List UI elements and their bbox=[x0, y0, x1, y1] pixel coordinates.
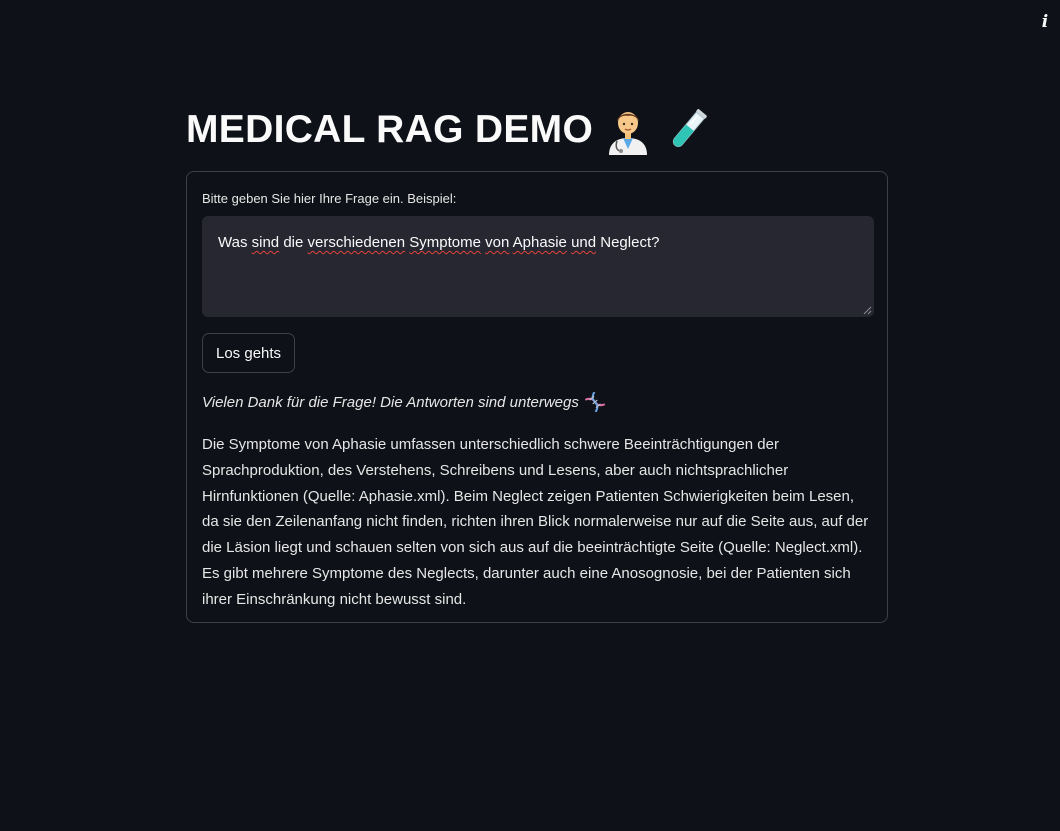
question-text-part: Symptome bbox=[409, 234, 481, 251]
info-icon[interactable]: i bbox=[1038, 12, 1052, 32]
question-text-part: verschiedenen bbox=[307, 234, 406, 251]
question-text-part: Was bbox=[218, 234, 252, 251]
resize-grip-icon[interactable] bbox=[862, 305, 872, 315]
thanks-text: Vielen Dank für die Frage! Die Antworten… bbox=[202, 393, 579, 411]
dna-icon bbox=[584, 392, 605, 412]
question-text-part: sind bbox=[251, 234, 280, 251]
question-text-part: Aphasie bbox=[512, 234, 567, 251]
answer-text: Die Symptome von Aphasie umfassen unters… bbox=[202, 436, 869, 608]
question-text-part: und bbox=[571, 234, 597, 251]
question-textarea[interactable]: Was sind die verschiedenen Symptome von … bbox=[202, 216, 874, 317]
main-content: MEDICAL RAG DEMO Bitte geben Sie hier Ih… bbox=[186, 98, 890, 623]
question-form: Bitte geben Sie hier Ihre Frage ein. Bei… bbox=[186, 171, 888, 623]
question-text-part: von bbox=[485, 234, 510, 251]
submit-button[interactable]: Los gehts bbox=[202, 333, 296, 373]
thanks-message: Vielen Dank für die Frage! Die Antworten… bbox=[202, 392, 872, 412]
health-worker-emoji-icon bbox=[609, 112, 648, 155]
test-tube-emoji-icon bbox=[672, 109, 707, 147]
question-label: Bitte geben Sie hier Ihre Frage ein. Bei… bbox=[202, 191, 457, 206]
title-row: MEDICAL RAG DEMO bbox=[186, 98, 890, 162]
question-text-part: Neglect? bbox=[596, 234, 660, 251]
page-title: MEDICAL RAG DEMO bbox=[186, 108, 594, 151]
question-text-part: die bbox=[279, 234, 308, 251]
